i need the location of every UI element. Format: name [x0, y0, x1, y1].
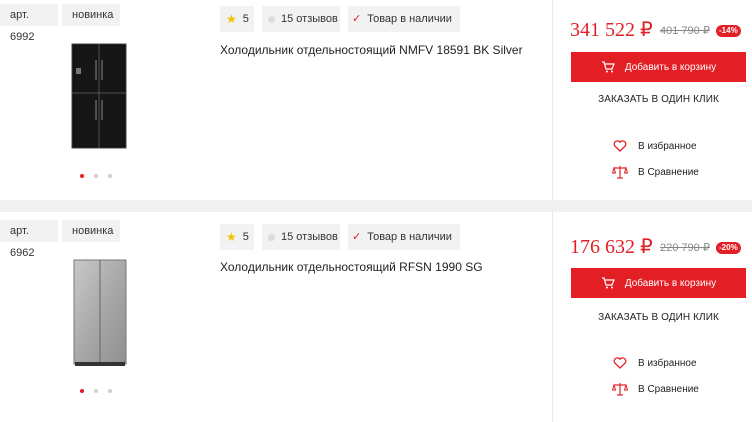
reviews-count: 15 отзывов: [281, 13, 338, 26]
article-tag: арт. 6992: [0, 4, 58, 43]
check-icon: ✓: [352, 13, 362, 26]
one-click-order-button[interactable]: ЗАКАЗАТЬ В ОДИН КЛИК: [571, 94, 746, 105]
reviews-dot-icon: [268, 233, 275, 241]
compare-label: В Сравнение: [638, 383, 699, 395]
star-icon: ★: [226, 12, 237, 27]
stock-chip: ✓ Товар в наличии: [348, 6, 460, 32]
product-title[interactable]: Холодильник отдельностоящий RFSN 1990 SG: [220, 260, 483, 274]
star-icon: ★: [226, 230, 237, 245]
product-card: арт. 6962 новинка ★ 5 15 отзывов ✓ Товар в…: [0, 212, 752, 422]
stock-chip: ✓ Товар в наличии: [348, 224, 460, 250]
discount-badge: -20%: [716, 242, 741, 254]
old-price: 401 790 ₽: [660, 25, 710, 37]
reviews-chip[interactable]: 15 отзывов: [262, 6, 340, 32]
compare-label: В Сравнение: [638, 166, 699, 178]
heart-icon: [612, 357, 628, 369]
add-to-cart-label: Добавить в корзину: [624, 277, 717, 289]
add-to-cart-button[interactable]: Добавить в корзину: [571, 52, 746, 82]
divider: [552, 212, 553, 422]
stock-status: Товар в наличии: [367, 13, 452, 26]
image-pagination: [80, 389, 122, 395]
old-price: 220 790 ₽: [660, 242, 710, 254]
product-card: арт. 6992 новинка ★ 5 15 отзывов ✓ Товар в…: [0, 0, 752, 200]
one-click-order-button[interactable]: ЗАКАЗАТЬ В ОДИН КЛИК: [571, 312, 746, 323]
favorites-label: В избранное: [638, 357, 697, 369]
cart-icon: [601, 277, 615, 289]
pagination-dot[interactable]: [108, 174, 112, 178]
discount-badge: -14%: [716, 25, 741, 37]
check-icon: ✓: [352, 231, 362, 244]
divider: [552, 0, 553, 200]
reviews-chip[interactable]: 15 отзывов: [262, 224, 340, 250]
price: 341 522 ₽: [570, 19, 653, 41]
pagination-dot[interactable]: [94, 174, 98, 178]
cart-icon: [601, 61, 615, 73]
product-image[interactable]: [72, 258, 150, 370]
scales-icon: [612, 382, 628, 396]
reviews-count: 15 отзывов: [281, 231, 338, 244]
product-image[interactable]: [60, 40, 138, 152]
rating-value: 5: [242, 13, 249, 26]
scales-icon: [612, 165, 628, 179]
product-title[interactable]: Холодильник отдельностоящий NMFV 18591 B…: [220, 43, 523, 57]
add-to-compare-link[interactable]: В Сравнение: [612, 165, 699, 179]
pagination-dot[interactable]: [80, 174, 84, 178]
rating-chip: ★ 5: [220, 6, 254, 32]
rating-chip: ★ 5: [220, 224, 254, 250]
new-badge: новинка: [62, 220, 120, 242]
stock-status: Товар в наличии: [367, 231, 452, 244]
heart-icon: [612, 140, 628, 152]
new-badge: новинка: [62, 4, 120, 26]
pagination-dot[interactable]: [94, 389, 98, 393]
image-pagination: [80, 174, 122, 180]
favorites-label: В избранное: [638, 140, 697, 152]
article-tag: арт. 6962: [0, 220, 58, 259]
pagination-dot[interactable]: [108, 389, 112, 393]
add-to-favorites-link[interactable]: В избранное: [612, 357, 697, 369]
add-to-cart-button[interactable]: Добавить в корзину: [571, 268, 746, 298]
pagination-dot[interactable]: [80, 389, 84, 393]
reviews-dot-icon: [268, 15, 275, 23]
add-to-compare-link[interactable]: В Сравнение: [612, 382, 699, 396]
add-to-cart-label: Добавить в корзину: [624, 61, 717, 73]
rating-value: 5: [242, 231, 249, 244]
add-to-favorites-link[interactable]: В избранное: [612, 140, 697, 152]
price: 176 632 ₽: [570, 236, 653, 258]
